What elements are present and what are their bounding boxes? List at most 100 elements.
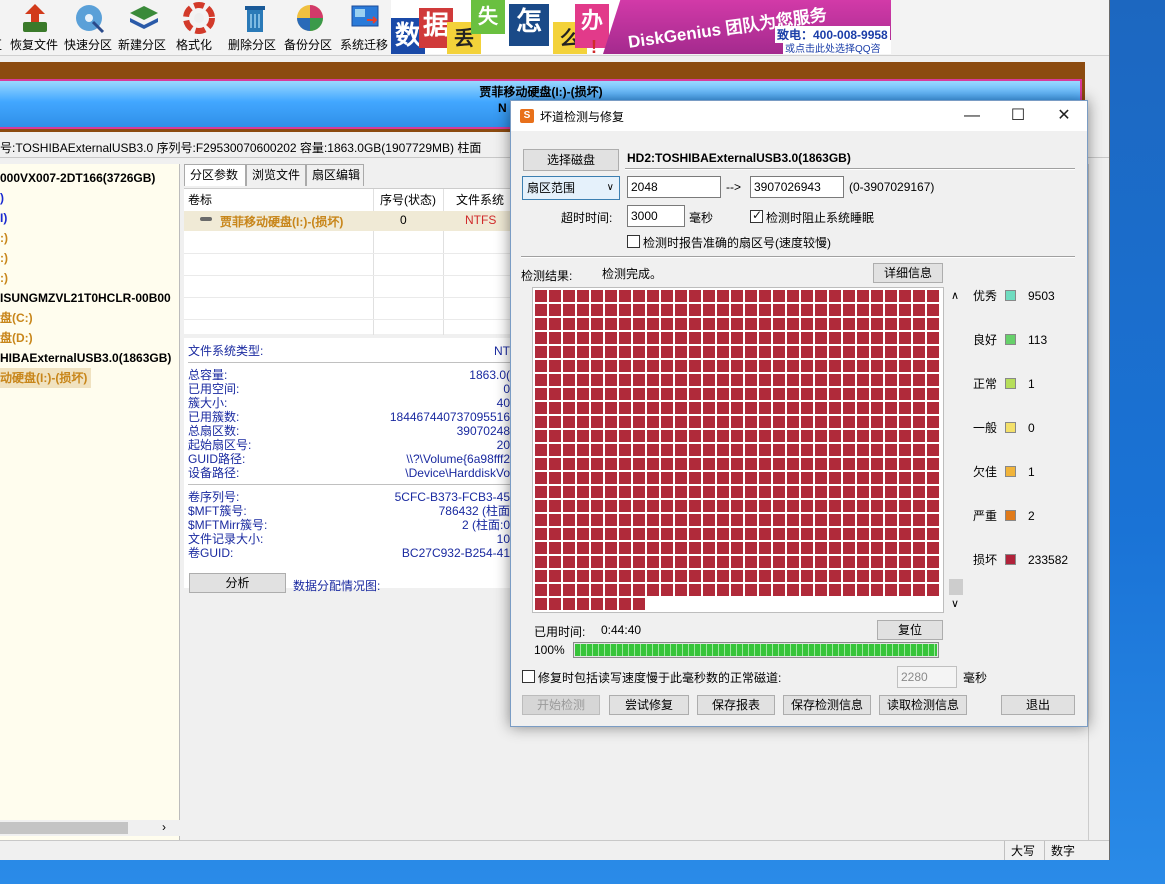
timeout-input[interactable]: 3000 <box>627 205 685 227</box>
sector-block <box>675 542 687 554</box>
sector-map-scrollbar[interactable]: ∧ ∨ <box>947 287 965 613</box>
sector-block <box>689 388 701 400</box>
tree-item[interactable]: :) <box>0 248 8 268</box>
sector-block <box>563 290 575 302</box>
sector-block <box>535 402 547 414</box>
toolbar-delete-partition-button[interactable]: 删除分区 <box>228 2 282 54</box>
sector-block <box>647 542 659 554</box>
sector-block <box>689 528 701 540</box>
tree-item[interactable]: ISUNGMZVL21T0HCLR-00B00 <box>0 288 171 308</box>
tree-item[interactable]: 盘(D:) <box>0 328 33 348</box>
sector-block <box>689 360 701 372</box>
save-report-button[interactable]: 保存报表 <box>697 695 775 715</box>
tab-partition-params[interactable]: 分区参数 <box>184 164 246 186</box>
sector-block <box>787 346 799 358</box>
tree-item[interactable]: 000VX007-2DT166(3726GB) <box>0 168 155 188</box>
sector-block <box>731 430 743 442</box>
toolbar-backup-partition-button[interactable]: 备份分区 <box>284 2 336 54</box>
scroll-right-icon[interactable]: › <box>162 820 166 834</box>
data-recovery-ad-banner[interactable]: 数 据 丢 失 怎 么 办 ! DiskGenius 团队为您服务 致电：400… <box>391 0 891 54</box>
sector-block <box>675 332 687 344</box>
toolbar-system-migration-button[interactable]: 系统迁移 <box>340 2 390 54</box>
prop-row: 卷序列号: 5CFC-B373-FCB3-45 <box>188 490 514 504</box>
exit-button[interactable]: 退出 <box>1001 695 1075 715</box>
sector-block <box>927 584 939 596</box>
distribution-label: 数据分配情况图: <box>293 579 381 593</box>
sector-block <box>871 416 883 428</box>
sector-block <box>619 304 631 316</box>
timeout-label: 超时时间: <box>561 211 613 225</box>
repair-ms-input[interactable]: 2280 <box>897 666 957 688</box>
scrollbar-thumb[interactable] <box>0 822 128 834</box>
minimize-icon[interactable]: — <box>949 103 995 129</box>
sector-block <box>731 570 743 582</box>
sector-block <box>619 598 631 610</box>
toolbar-format-button[interactable]: 格式化 <box>176 2 222 54</box>
sector-block <box>605 290 617 302</box>
sector-block <box>759 528 771 540</box>
repair-slow-track-checkbox[interactable] <box>522 670 535 683</box>
sector-block <box>913 416 925 428</box>
sector-block <box>591 486 603 498</box>
sector-block <box>619 500 631 512</box>
tab-sector-edit[interactable]: 扇区编辑 <box>306 164 364 186</box>
sector-block <box>619 514 631 526</box>
try-repair-button[interactable]: 尝试修复 <box>609 695 689 715</box>
detail-info-button[interactable]: 详细信息 <box>873 263 943 283</box>
tree-item[interactable]: 盘(C:) <box>0 308 33 328</box>
maximize-icon[interactable]: ☐ <box>995 103 1041 129</box>
sector-block <box>815 472 827 484</box>
sector-block <box>927 514 939 526</box>
tree-item[interactable]: ) <box>0 188 4 208</box>
sector-block <box>759 500 771 512</box>
scrollbar-thumb[interactable] <box>949 579 963 595</box>
sector-block <box>871 444 883 456</box>
sector-block <box>759 472 771 484</box>
toolbar-recover-files-button[interactable]: 恢复文件 <box>10 2 60 54</box>
toolbar-new-partition-button[interactable]: 新建分区 <box>118 2 170 54</box>
toolbar-quick-partition-button[interactable]: 快速分区 <box>64 2 114 54</box>
sector-block <box>731 472 743 484</box>
sector-block <box>787 304 799 316</box>
sector-block <box>703 346 715 358</box>
sector-block <box>913 458 925 470</box>
toolbar-partition-button[interactable]: 区 <box>0 2 10 54</box>
analyze-button[interactable]: 分析 <box>189 573 286 593</box>
range-start-input[interactable]: 2048 <box>627 176 721 198</box>
tree-item[interactable]: 动硬盘(I:)-(损坏) <box>0 368 92 388</box>
load-scan-info-button[interactable]: 读取检测信息 <box>879 695 967 715</box>
sector-block <box>577 332 589 344</box>
select-disk-button[interactable]: 选择磁盘 <box>523 149 619 171</box>
tree-item[interactable]: :) <box>0 228 8 248</box>
sector-block <box>759 318 771 330</box>
tab-browse-files[interactable]: 浏览文件 <box>246 164 306 186</box>
reset-button[interactable]: 复位 <box>877 620 943 640</box>
save-scan-info-button[interactable]: 保存检测信息 <box>783 695 871 715</box>
scroll-up-icon[interactable]: ∧ <box>951 289 959 302</box>
sector-block <box>773 388 785 400</box>
sector-block <box>605 332 617 344</box>
status-numlock: 数字 <box>1044 841 1088 860</box>
sector-block <box>927 360 939 372</box>
tree-horizontal-scrollbar[interactable]: › <box>0 820 180 836</box>
sector-block <box>591 500 603 512</box>
start-scan-button[interactable]: 开始检测 <box>522 695 600 715</box>
sector-block <box>731 304 743 316</box>
prevent-sleep-checkbox[interactable] <box>750 208 763 223</box>
sector-map-grid[interactable] <box>532 287 944 613</box>
sector-block <box>591 584 603 596</box>
tree-item[interactable]: :) <box>0 268 8 288</box>
report-sector-checkbox[interactable] <box>627 235 640 248</box>
scroll-down-icon[interactable]: ∨ <box>951 597 959 610</box>
sector-block <box>535 430 547 442</box>
range-mode-select[interactable]: 扇区范围 ∨ <box>522 176 620 200</box>
sector-block <box>689 542 701 554</box>
close-icon[interactable]: ✕ <box>1041 103 1087 129</box>
sector-block <box>535 388 547 400</box>
prop-row: 卷GUID: BC27C932-B254-41 <box>188 546 514 560</box>
tree-item[interactable]: HIBAExternalUSB3.0(1863GB) <box>0 348 171 368</box>
sector-block <box>605 444 617 456</box>
range-end-input[interactable]: 3907026943 <box>750 176 844 198</box>
dialog-titlebar[interactable]: S 坏道检测与修复 — ☐ ✕ <box>511 101 1087 131</box>
tree-item[interactable]: I) <box>0 208 7 228</box>
